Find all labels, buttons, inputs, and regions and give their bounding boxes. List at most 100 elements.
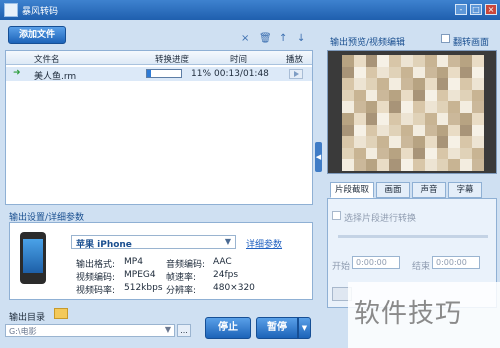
mosaic-pixel <box>342 89 354 102</box>
stop-button[interactable]: 停止 <box>205 317 251 339</box>
mosaic-pixel <box>353 113 366 125</box>
mosaic-pixel <box>424 66 437 79</box>
mosaic-pixel <box>448 113 461 125</box>
mosaic-pixel <box>377 78 390 90</box>
mosaic-pixel <box>401 66 413 79</box>
mosaic-pixel <box>353 78 366 90</box>
mosaic-pixel <box>424 136 437 148</box>
mosaic-pixel <box>401 78 413 90</box>
watermark-text: 软件技巧 <box>354 299 463 329</box>
mosaic-pixel <box>460 124 473 137</box>
play-button[interactable] <box>289 69 303 79</box>
mosaic-pixel <box>377 101 390 113</box>
pause-button[interactable]: 暂停 <box>256 317 298 339</box>
output-dir-field[interactable]: G:\电影 ▼ <box>5 324 175 337</box>
mosaic-pixel <box>377 124 390 137</box>
pause-options-dropdown[interactable]: ▼ <box>298 317 311 339</box>
mosaic-pixel <box>472 147 484 160</box>
mosaic-pixel <box>389 113 402 125</box>
mosaic-pixel <box>401 113 413 125</box>
mosaic-pixel <box>342 147 354 160</box>
mosaic-pixel <box>436 147 449 160</box>
mosaic-pixel <box>353 66 366 79</box>
mosaic-pixel <box>412 124 425 137</box>
close-button[interactable]: × <box>485 4 497 15</box>
device-select[interactable]: 苹果 iPhone ▼ <box>71 235 236 250</box>
collapse-panel-handle[interactable]: ◀ <box>315 142 322 172</box>
param-label-audio: 音频编码: <box>166 260 206 270</box>
table-row[interactable]: ➜ 美人鱼.rm 11% 00:13/01:48 <box>6 67 312 82</box>
end-time-field[interactable]: 0:00:00 <box>432 256 480 269</box>
tab-subtitle[interactable]: 字幕 <box>448 182 482 198</box>
mosaic-pixel <box>448 78 461 90</box>
app-title: 暴风转码 <box>22 7 59 17</box>
file-list: 文件名 转换进度 时间 播放 ➜ 美人鱼.rm 11% 00:13/01:48 <box>5 50 313 205</box>
param-value-bitrate: 512kbps <box>124 283 163 293</box>
mosaic-pixel <box>472 124 484 137</box>
mosaic-pixel <box>365 147 378 160</box>
mosaic-pixel <box>460 66 473 79</box>
mosaic-pixel <box>448 136 461 148</box>
mosaic-pixel <box>365 136 378 148</box>
preview-tabs: 片段截取 画面 声音 字幕 <box>330 182 497 198</box>
app-logo-icon <box>4 3 18 17</box>
remove-icon[interactable]: × <box>241 33 249 44</box>
mosaic-pixel <box>412 113 425 125</box>
mosaic-pixel <box>389 66 402 79</box>
detail-params-link[interactable]: 详细参数 <box>246 237 282 250</box>
mosaic-pixel <box>377 147 390 160</box>
tab-segment[interactable]: 片段截取 <box>330 182 374 198</box>
segment-check-label: 选择片段进行转换 <box>344 214 417 224</box>
mosaic-pixel <box>460 147 473 160</box>
mosaic-pixel <box>472 55 484 67</box>
move-up-icon[interactable]: ↑ <box>279 33 287 44</box>
param-label-resolution: 分辨率: <box>166 286 197 296</box>
chevron-down-icon: ▼ <box>164 325 171 334</box>
file-list-header: 文件名 转换进度 时间 播放 <box>6 51 312 65</box>
flip-checkbox[interactable] <box>441 34 450 43</box>
mosaic-pixel <box>412 147 425 160</box>
mosaic-pixel <box>365 89 378 102</box>
mosaic-pixel <box>460 159 473 171</box>
column-filename[interactable]: 文件名 <box>34 53 60 65</box>
mosaic-pixel <box>342 113 354 125</box>
folder-icon[interactable] <box>54 308 68 319</box>
mosaic-pixel <box>342 78 354 90</box>
column-time[interactable]: 时间 <box>230 53 247 65</box>
browse-button[interactable]: ... <box>177 324 191 337</box>
mosaic-pixel <box>389 159 402 171</box>
mosaic-pixel <box>412 89 425 102</box>
mosaic-pixel <box>424 147 437 160</box>
mosaic-pixel <box>377 89 390 102</box>
trash-icon[interactable]: 🗑 <box>259 33 272 44</box>
mosaic-pixel <box>436 159 449 171</box>
maximize-button[interactable]: □ <box>470 4 482 15</box>
progress-fill <box>147 70 151 77</box>
mosaic-pixel <box>353 147 366 160</box>
param-value-audio: AAC <box>213 257 232 267</box>
tab-audio[interactable]: 声音 <box>412 182 446 198</box>
minimize-button[interactable]: - <box>455 4 467 15</box>
mosaic-pixel <box>436 55 449 67</box>
mosaic-pixel <box>353 89 366 102</box>
mosaic-pixel <box>472 66 484 79</box>
move-down-icon[interactable]: ↓ <box>297 33 305 44</box>
mosaic-pixel <box>448 55 461 67</box>
mosaic-pixel <box>401 124 413 137</box>
column-progress[interactable]: 转换进度 <box>155 53 189 65</box>
column-play[interactable]: 播放 <box>286 53 303 65</box>
segment-checkbox[interactable] <box>332 211 341 220</box>
progress-bar <box>146 69 182 78</box>
tab-picture[interactable]: 画面 <box>376 182 410 198</box>
end-time-value: 0:00:00 <box>436 258 467 267</box>
start-time-field[interactable]: 0:00:00 <box>352 256 400 269</box>
mosaic-pixel <box>460 136 473 148</box>
add-file-button[interactable]: 添加文件 <box>8 26 66 44</box>
mosaic-pixel <box>412 66 425 79</box>
title-bar: 暴风转码 - □ × <box>0 0 500 20</box>
param-label-format: 输出格式: <box>76 260 116 270</box>
end-label: 结束 <box>412 262 431 272</box>
mosaic-pixel <box>472 159 484 171</box>
device-selected-value: 苹果 iPhone <box>76 240 132 250</box>
segment-slider-track[interactable] <box>338 235 488 238</box>
